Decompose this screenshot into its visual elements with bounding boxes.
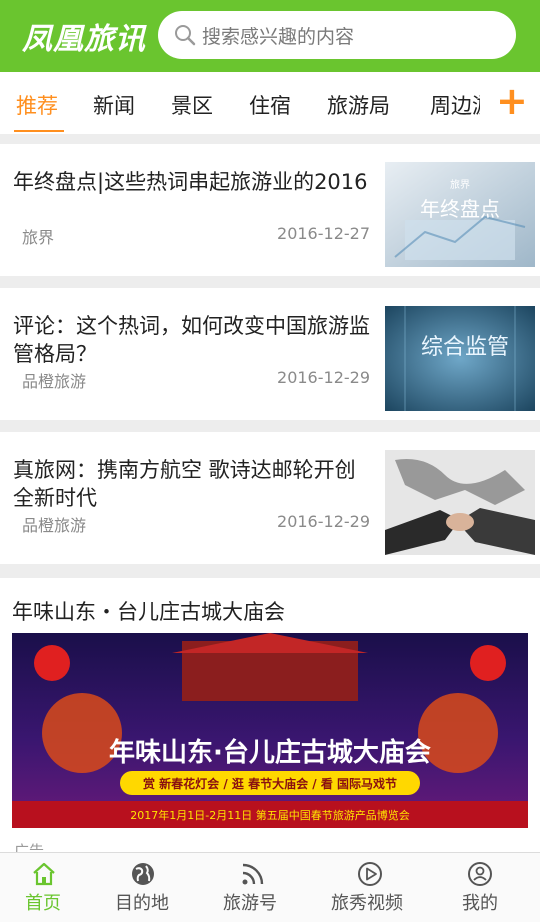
nav-mine[interactable]: 我的 [440, 853, 528, 922]
globe-icon [132, 863, 154, 885]
ad-banner-headline: 年味山东·台儿庄古城大庙会 [109, 737, 431, 768]
article-thumbnail: 综合监管 [385, 306, 535, 411]
article-card[interactable]: 年终盘点|这些热词串起旅游业的2016 旅界 2016-12-27 旅界 年终盘… [0, 144, 540, 276]
article-card[interactable]: 评论：这个热词，如何改变中国旅游监管格局？ 品橙旅游 2016-12-29 综合… [0, 288, 540, 420]
user-icon [468, 862, 492, 886]
search-placeholder: 搜索感兴趣的内容 [202, 26, 355, 48]
thumb-text: 综合监管 [421, 335, 509, 360]
thumb-small-text: 旅界 [450, 178, 470, 191]
article-thumbnail: 旅界 年终盘点 [385, 162, 535, 267]
article-date: 2016-12-29 [277, 368, 370, 387]
nav-label: 首页 [25, 893, 61, 914]
article-date: 2016-12-27 [277, 224, 370, 243]
ad-title: 年味山东・台儿庄古城大庙会 [12, 600, 285, 624]
nav-home[interactable]: 首页 [0, 853, 88, 922]
nav-label: 我的 [462, 893, 498, 914]
ad-banner-sub: 赏 新春花灯会 / 逛 春节大庙会 / 看 国际马戏节 [143, 776, 397, 791]
search-icon [175, 25, 196, 46]
article-title: 评论：这个热词，如何改变中国旅游监管格局？ [13, 314, 370, 366]
home-icon [33, 862, 55, 886]
nav-label: 目的地 [115, 893, 169, 914]
article-date: 2016-12-29 [277, 512, 370, 531]
ad-banner-date: 2017年1月1日-2月11日 第五届中国春节旅游产品博览会 [130, 808, 409, 822]
nav-label: 旅游号 [223, 893, 277, 914]
add-channel-button[interactable]: + [496, 82, 528, 120]
play-icon [358, 862, 382, 886]
tab-recommend[interactable]: 推荐 [16, 90, 58, 120]
nav-label: 旅秀视频 [331, 893, 403, 914]
bottom-navigation: 首页 目的地 旅游号 旅秀视频 我的 [0, 852, 540, 922]
nav-travel-video[interactable]: 旅秀视频 [320, 853, 420, 922]
search-bar[interactable]: 搜索感兴趣的内容 [158, 11, 516, 59]
app-header: 凤凰旅讯 搜索感兴趣的内容 [0, 0, 540, 72]
ad-banner[interactable]: 年味山东·台儿庄古城大庙会 赏 新春花灯会 / 逛 春节大庙会 / 看 国际马戏… [12, 633, 528, 828]
channel-tabs: 推荐 新闻 景区 住宿 旅游局 周边游 + [0, 72, 540, 134]
article-thumbnail [385, 450, 535, 555]
tab-scenic[interactable]: 景区 [171, 90, 213, 120]
article-source: 品橙旅游 [22, 372, 87, 391]
rss-icon [242, 863, 264, 885]
nav-destination[interactable]: 目的地 [100, 853, 188, 922]
tab-news[interactable]: 新闻 [93, 90, 135, 120]
article-source: 品橙旅游 [22, 516, 87, 535]
article-title: 年终盘点|这些热词串起旅游业的2016 [13, 170, 368, 194]
article-source: 旅界 [22, 228, 55, 247]
nav-tourism-account[interactable]: 旅游号 [210, 853, 298, 922]
tab-lodging[interactable]: 住宿 [249, 90, 291, 120]
app-logo[interactable]: 凤凰旅讯 [22, 14, 146, 58]
tab-tourism-bureau[interactable]: 旅游局 [327, 90, 390, 120]
article-card[interactable]: 真旅网：携南方航空 歌诗达邮轮开创全新时代 品橙旅游 2016-12-29 [0, 432, 540, 564]
ad-card[interactable]: 年味山东・台儿庄古城大庙会 年味山东·台儿庄古城大庙会 赏 新春花灯会 / 逛 … [0, 578, 540, 868]
article-title: 真旅网：携南方航空 歌诗达邮轮开创全新时代 [13, 458, 356, 510]
active-tab-indicator [14, 130, 64, 132]
thumb-text: 年终盘点 [420, 197, 500, 221]
